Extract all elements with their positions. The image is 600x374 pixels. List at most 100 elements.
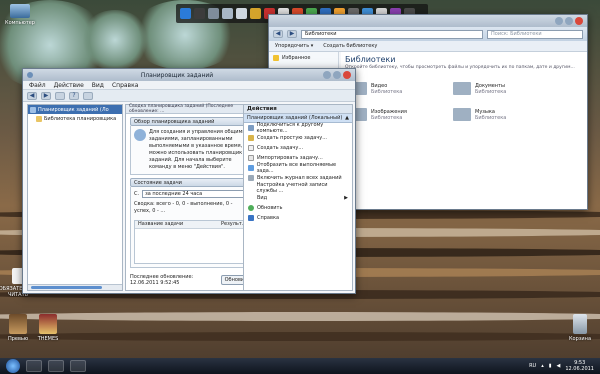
close-icon[interactable] [575, 17, 583, 25]
close-icon[interactable] [343, 71, 351, 79]
action-help[interactable]: Справка [244, 213, 352, 223]
chevron-right-icon: ▶ [344, 195, 348, 201]
collapse-icon: ▲ [345, 115, 349, 121]
maximize-icon[interactable] [565, 17, 573, 25]
computer-icon [10, 4, 30, 18]
show-tree-icon[interactable] [55, 91, 65, 100]
start-button[interactable] [6, 359, 20, 373]
back-arrow-icon[interactable]: ◀ [27, 91, 37, 100]
action-create-task[interactable]: Создать задачу... [244, 143, 352, 153]
library-documents[interactable]: Документы Библиотека [453, 82, 506, 95]
minimize-icon[interactable] [555, 17, 563, 25]
library-music[interactable]: Музыка Библиотека [453, 108, 506, 121]
dock-app-icon[interactable] [250, 8, 261, 19]
action-refresh[interactable]: Обновить [244, 203, 352, 213]
explorer-titlebar[interactable] [269, 15, 587, 27]
forward-arrow-icon[interactable]: ▶ [287, 30, 297, 38]
clock[interactable]: 9:53 12.06.2011 [565, 360, 594, 372]
scroll-thumb[interactable] [31, 286, 102, 289]
task-status-table: Название задачи Результ... [134, 220, 250, 264]
library-pictures[interactable]: Изображения Библиотека [349, 108, 407, 121]
action-view[interactable]: Вид ▶ [244, 193, 352, 203]
scheduler-titlebar[interactable]: Планировщик заданий [23, 69, 355, 81]
status-summary: Сводка: всего - 0, 0 - выполнение, 0 - у… [134, 201, 233, 214]
refresh-icon [248, 205, 254, 211]
dock-app-icon[interactable] [236, 8, 247, 19]
task-scheduler-window: Планировщик заданий Файл Действие Вид Сп… [22, 68, 356, 294]
search-input[interactable]: Поиск: Библиотеки [487, 29, 583, 39]
tree-item-scheduler-local[interactable]: Планировщик заданий (Ло [28, 105, 122, 114]
address-bar[interactable]: Библиотеки [301, 29, 483, 39]
help-icon[interactable]: ? [69, 91, 79, 100]
summary-pane: Сводка планировщика заданий (Последнее о… [125, 104, 259, 291]
blank-icon [248, 195, 254, 201]
desktop-icon-recycle[interactable]: Корзина [562, 314, 598, 342]
libraries-heading: Библиотеки [345, 55, 396, 64]
status-label: С. [134, 190, 140, 197]
forward-arrow-icon[interactable]: ▶ [41, 91, 51, 100]
organize-button[interactable]: Упорядочить ▾ [275, 43, 313, 49]
dock-app-icon[interactable] [194, 8, 205, 19]
desktop-icon-themes[interactable]: THEMES [30, 314, 66, 342]
back-arrow-icon[interactable]: ◀ [273, 30, 283, 38]
volume-icon[interactable]: ◀ [557, 363, 561, 369]
network-icon[interactable]: ▮ [549, 363, 552, 369]
recycle-bin-icon [573, 314, 587, 334]
action-service-account[interactable]: Настройка учетной записи службы ... [244, 182, 352, 194]
dock-app-icon[interactable] [208, 8, 219, 19]
blank-icon [248, 185, 254, 191]
documents-library-icon [453, 82, 471, 95]
status-section-body: С. за последние 24 часа ▾ Сводка: всего … [130, 187, 254, 268]
taskbar: RU ▴ ▮ ◀ 9:53 12.06.2011 [0, 358, 600, 374]
computer-icon [248, 125, 254, 131]
scheduler-clock-icon [134, 129, 146, 141]
taskbar-app-media[interactable] [48, 360, 64, 372]
taskbar-app-scheduler[interactable] [70, 360, 86, 372]
status-section-header[interactable]: Состояние задачи ▲ [130, 178, 254, 187]
tree-item-library[interactable]: Библиотека планировщика [28, 114, 122, 123]
action-create-basic-task[interactable]: Создать простую задачу... [244, 133, 352, 143]
actions-header: Действия [244, 105, 352, 114]
archive-icon [39, 314, 57, 334]
taskbar-app-explorer[interactable] [26, 360, 42, 372]
nav-item-favorites[interactable]: Избранное [269, 52, 338, 64]
summary-footer: Последнее обновление: 12.06.2011 9:52:45… [130, 274, 254, 286]
dock-app-icon[interactable] [222, 8, 233, 19]
explorer-navbar: ◀ ▶ Библиотеки Поиск: Библиотеки [269, 27, 587, 41]
menu-view[interactable]: Вид [92, 82, 104, 89]
tray-arrow-icon[interactable]: ▴ [541, 363, 544, 369]
period-select[interactable]: за последние 24 часа ▾ [142, 190, 250, 198]
minimize-icon[interactable] [323, 71, 331, 79]
tree-hscrollbar[interactable] [28, 284, 122, 290]
folder-icon [36, 115, 42, 122]
star-icon [273, 55, 279, 61]
command-bar: Упорядочить ▾ Создать библиотеку [269, 41, 587, 52]
dock-app-icon[interactable] [180, 8, 191, 19]
column-task-name[interactable]: Название задачи [135, 221, 219, 228]
last-updated: Последнее обновление: 12.06.2011 9:52:45 [130, 274, 194, 286]
menu-bar: Файл Действие Вид Справка [23, 81, 355, 90]
libraries-subheading: Откройте библиотеку, чтобы просмотреть ф… [345, 65, 575, 70]
new-library-button[interactable]: Создать библиотеку [323, 43, 377, 49]
action-show-running[interactable]: Отобразить все выполняемые зада... [244, 162, 352, 174]
help-icon [248, 215, 254, 221]
show-action-pane-icon[interactable] [83, 91, 93, 100]
menu-action[interactable]: Действие [54, 82, 84, 89]
action-connect[interactable]: Подключиться к другому компьюте... [244, 122, 352, 134]
menu-help[interactable]: Справка [112, 82, 138, 89]
library-video[interactable]: Видео Библиотека [349, 82, 402, 95]
wand-icon [248, 135, 254, 141]
maximize-icon[interactable] [333, 71, 341, 79]
menu-file[interactable]: Файл [29, 82, 46, 89]
libraries-area: Библиотеки Откройте библиотеку, чтобы пр… [341, 52, 587, 209]
clock-icon [30, 106, 36, 113]
summary-header: Сводка планировщика заданий (Последнее о… [126, 104, 258, 114]
desktop-icon-computer[interactable]: Компьютер [2, 4, 38, 26]
system-tray: RU ▴ ▮ ◀ 9:53 12.06.2011 [529, 360, 594, 372]
image-icon [9, 314, 27, 334]
language-indicator[interactable]: RU [529, 363, 536, 369]
music-library-icon [453, 108, 471, 121]
window-title: Планировщик заданий [140, 71, 214, 79]
tree-pane: Планировщик заданий (Ло Библиотека плани… [27, 104, 123, 291]
overview-section-header[interactable]: Обзор планировщика заданий ▲ [130, 117, 254, 126]
